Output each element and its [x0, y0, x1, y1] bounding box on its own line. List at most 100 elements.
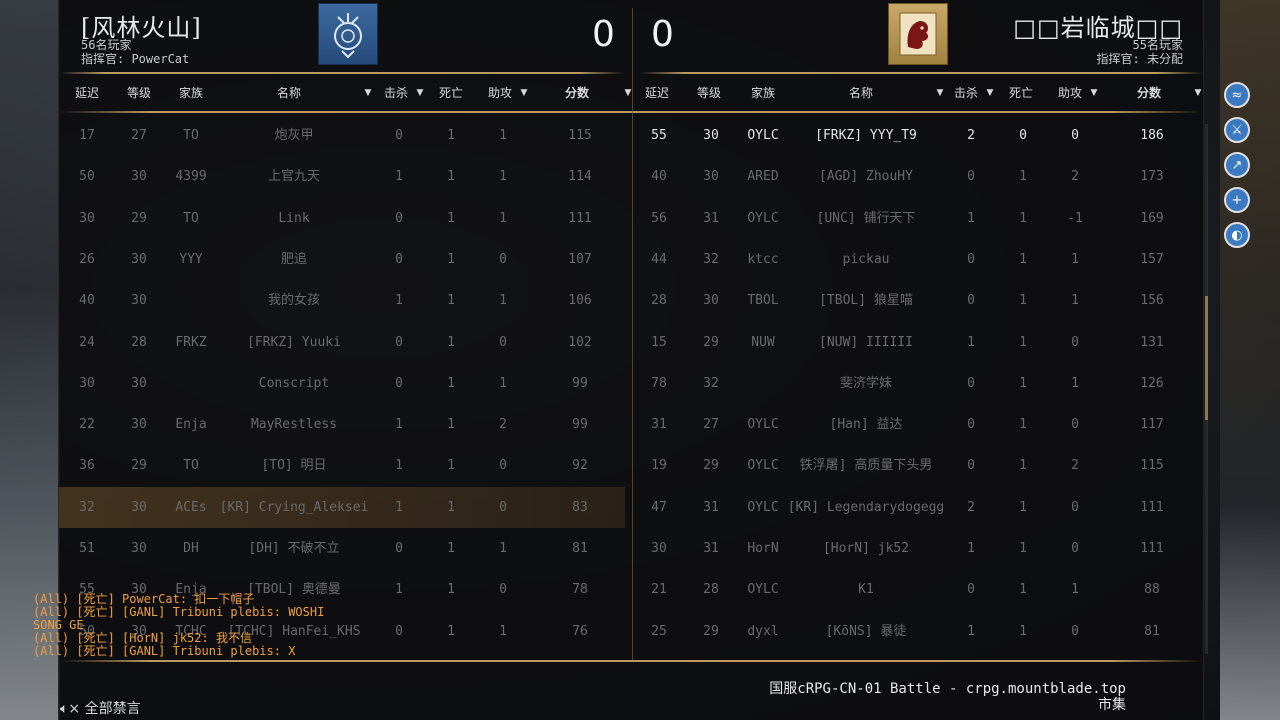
player-score: 115: [568, 128, 592, 143]
right-player-row[interactable]: 21 28 OYLC K1 0 1 1 88: [631, 569, 1197, 610]
left-player-row[interactable]: 36 29 TO [TO] 明日 1 1 0 92: [59, 445, 625, 486]
right-player-row[interactable]: 40 30 ARED [AGD] ZhouHY 0 1 2 173: [631, 156, 1197, 197]
player-ping: 17: [79, 128, 95, 143]
left-player-row[interactable]: 24 28 FRKZ [FRKZ] Yuuki 0 1 0 102: [59, 322, 625, 363]
left-header-ping[interactable]: 延迟: [67, 84, 107, 101]
player-assists: 1: [499, 623, 507, 639]
player-ping: 40: [651, 169, 667, 185]
right-header-level[interactable]: 等级: [689, 84, 729, 101]
player-ping: 19: [651, 458, 667, 474]
left-banner-emblem-icon: [334, 13, 362, 59]
right-player-row[interactable]: 25 29 dyxl [KōNS] 暴徒 1 1 0 81: [631, 611, 1197, 652]
left-header-score-sort-icon[interactable]: ▼: [619, 84, 633, 98]
player-clan: YYY: [179, 251, 203, 267]
player-kills: 1: [967, 623, 975, 639]
left-header-score[interactable]: 分数: [557, 84, 597, 101]
left-header-clan[interactable]: 家族: [169, 84, 213, 101]
left-header-name-sort-icon[interactable]: ▼: [359, 84, 373, 98]
player-assists: 1: [499, 293, 507, 309]
right-header-ping[interactable]: 延迟: [637, 84, 677, 101]
left-header-kills-sort-icon[interactable]: ▼: [411, 84, 425, 98]
left-header-assists-sort-icon[interactable]: ▼: [515, 84, 529, 98]
right-team-banner: [888, 3, 948, 65]
player-kills: 1: [395, 169, 403, 185]
player-score: 173: [1140, 169, 1164, 185]
player-deaths: 1: [447, 293, 455, 309]
right-player-row[interactable]: 56 31 OYLC [UNC] 铺行天下 1 1 -1 169: [631, 198, 1197, 239]
player-clan: HorN: [747, 541, 779, 556]
scrollbar-thumb[interactable]: [1205, 296, 1208, 420]
left-header-deaths[interactable]: 死亡: [431, 84, 471, 101]
left-player-row[interactable]: 40 30 我的女孩 1 1 1 106: [59, 280, 625, 321]
player-kills: 0: [395, 541, 403, 556]
player-deaths: 1: [447, 210, 455, 226]
mute-all-button[interactable]: 🔈︎× 全部禁言: [60, 698, 141, 718]
player-clan: Enja: [175, 417, 207, 433]
right-header-name[interactable]: 名称: [821, 84, 901, 101]
right-header-assists-sort-icon[interactable]: ▼: [1085, 84, 1099, 98]
side-icon-bar: ≈ ⚔ ↗ + ◐: [1224, 82, 1250, 257]
shield-icon[interactable]: ◐: [1224, 222, 1250, 248]
fish-icon[interactable]: ≈: [1224, 82, 1250, 108]
player-clan: ARED: [747, 169, 779, 185]
right-header-clan[interactable]: 家族: [741, 84, 785, 101]
left-player-row[interactable]: 32 30 ACEs [KR] Crying_Aleksei 1 1 0 83: [59, 486, 625, 528]
player-name: [KōNS] 暴徒: [825, 623, 907, 639]
player-deaths: 1: [1019, 169, 1027, 185]
player-name: pickau: [842, 251, 890, 267]
player-deaths: 1: [1019, 334, 1027, 350]
player-level: 27: [131, 128, 147, 143]
right-player-row[interactable]: 55 30 OYLC [FRKZ] YYY_T9 2 0 0 186: [631, 115, 1197, 156]
spear-icon[interactable]: ↗: [1224, 152, 1250, 178]
sword-icon[interactable]: ⚔: [1224, 117, 1250, 143]
plus-icon[interactable]: +: [1224, 187, 1250, 213]
right-player-row[interactable]: 28 30 TBOL [TBOL] 狼星喵 0 1 1 156: [631, 280, 1197, 321]
left-header-kills[interactable]: 击杀: [379, 84, 413, 101]
left-header-level[interactable]: 等级: [119, 84, 159, 101]
right-header-kills[interactable]: 击杀: [949, 84, 983, 101]
player-ping: 40: [79, 293, 95, 309]
right-player-row[interactable]: 31 27 OYLC [Han] 益达 0 1 0 117: [631, 404, 1197, 445]
player-assists: 0: [1071, 499, 1079, 515]
server-info: 国服cRPG-CN-01 Battle - crpg.mountblade.to…: [769, 681, 1126, 713]
right-header-score[interactable]: 分数: [1129, 84, 1169, 101]
player-level: 30: [703, 293, 719, 309]
right-header-deaths[interactable]: 死亡: [1001, 84, 1041, 101]
left-player-row[interactable]: 50 30 4399 上官九天 1 1 1 114: [59, 156, 625, 197]
player-name: 铁浮屠] 高质量下头男: [799, 458, 933, 474]
player-kills: 0: [967, 293, 975, 309]
player-level: 30: [131, 375, 147, 391]
player-kills: 0: [395, 375, 403, 391]
right-player-row[interactable]: 30 31 HorN [HorN] jk52 1 1 0 111: [631, 528, 1197, 569]
right-player-row[interactable]: 19 29 OYLC 铁浮屠] 高质量下头男 0 1 2 115: [631, 445, 1197, 486]
left-player-row[interactable]: 22 30 Enja MayRestless 1 1 2 99: [59, 404, 625, 445]
left-player-row[interactable]: 17 27 TO 炮灰甲 0 1 1 115: [59, 115, 625, 156]
left-player-row[interactable]: 51 30 DH [DH] 不破不立 0 1 1 81: [59, 528, 625, 569]
player-kills: 0: [395, 128, 403, 143]
right-player-row[interactable]: 15 29 NUW [NUW] IIIIII 1 1 0 131: [631, 322, 1197, 363]
player-ping: 36: [79, 458, 95, 474]
right-header-kills-sort-icon[interactable]: ▼: [981, 84, 995, 98]
left-player-row[interactable]: 26 30 YYY 肥追 0 1 0 107: [59, 239, 625, 280]
right-header-score-sort-icon[interactable]: ▼: [1189, 84, 1203, 98]
left-header-name[interactable]: 名称: [249, 84, 329, 101]
player-level: 30: [131, 251, 147, 267]
left-player-row[interactable]: 30 29 TO Link 0 1 1 111: [59, 198, 625, 239]
player-deaths: 1: [1019, 623, 1027, 639]
right-header-assists[interactable]: 助攻: [1053, 84, 1087, 101]
player-clan: NUW: [751, 334, 775, 350]
left-team-banner: [318, 3, 378, 65]
right-header-name-sort-icon[interactable]: ▼: [931, 84, 945, 98]
player-ping: 28: [651, 293, 667, 309]
player-deaths: 1: [1019, 582, 1027, 598]
left-header-assists[interactable]: 助攻: [483, 84, 517, 101]
player-deaths: 1: [447, 251, 455, 267]
left-player-row[interactable]: 30 30 Conscript 0 1 1 99: [59, 363, 625, 404]
right-player-row[interactable]: 44 32 ktcc pickau 0 1 1 157: [631, 239, 1197, 280]
player-name: [NUW] IIIIII: [819, 334, 913, 350]
player-kills: 0: [967, 458, 975, 474]
right-player-row[interactable]: 78 32 斐济学妹 0 1 1 126: [631, 363, 1197, 404]
player-kills: 0: [395, 334, 403, 350]
mute-all-label: 全部禁言: [84, 701, 141, 717]
right-player-row[interactable]: 47 31 OYLC [KR] Legendarydogegg 2 1 0 111: [631, 487, 1197, 528]
